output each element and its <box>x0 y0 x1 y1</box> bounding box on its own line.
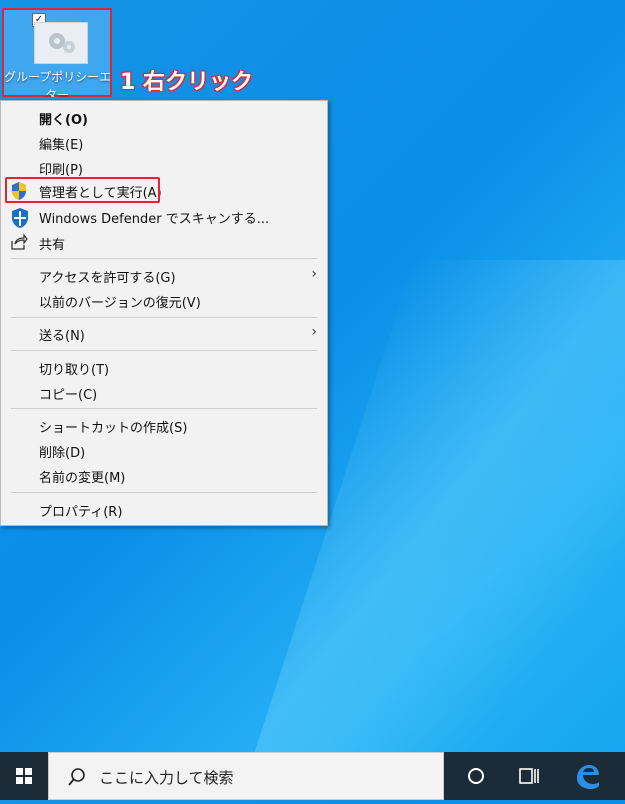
step-1-annotation: 1 右クリック <box>120 70 253 95</box>
menu-item-label: 編集(E) <box>39 138 84 153</box>
search-icon <box>68 768 85 786</box>
menu-item-label: 削除(D) <box>39 446 86 461</box>
task-view-icon <box>519 768 539 784</box>
share-icon <box>10 233 30 253</box>
menu-separator <box>11 492 317 493</box>
menu-item-label: 印刷(P) <box>39 163 83 178</box>
menu-item-label: 名前の変更(M) <box>39 471 126 486</box>
menu-item-label: 送る(N) <box>39 329 85 344</box>
menu-item-label: 切り取り(T) <box>39 363 110 378</box>
cortana-icon <box>468 768 484 784</box>
desktop-icon-label-line2: ター <box>44 88 69 97</box>
menu-separator <box>11 317 317 318</box>
highlight-run-as-admin <box>5 177 160 203</box>
menu-item-open[interactable]: 開く(O) <box>1 105 327 129</box>
chevron-right-icon: › <box>311 266 317 282</box>
defender-icon <box>10 207 30 228</box>
menu-item-label: コピー(C) <box>39 388 98 403</box>
chevron-right-icon: › <box>311 324 317 340</box>
menu-item-label: 以前のバージョンの復元(V) <box>39 296 201 311</box>
task-view-button[interactable] <box>505 752 553 800</box>
cortana-button[interactable] <box>452 752 500 800</box>
desktop-icon-label: グループポリシーエディ <box>4 70 110 84</box>
menu-item-label: Windows Defender でスキャンする... <box>39 212 270 227</box>
desktop-icon-group-policy-editor[interactable]: ✓ グループポリシーエディ ター <box>2 8 112 97</box>
menu-separator <box>11 350 317 351</box>
context-menu: 開く(O) 編集(E) 印刷(P) 管理者として実行(A) Windows De… <box>0 100 328 526</box>
menu-item-give-access[interactable]: アクセスを許可する(G) › <box>1 263 327 287</box>
start-icon <box>16 768 32 784</box>
menu-separator <box>11 408 317 409</box>
menu-item-delete[interactable]: 削除(D) <box>1 438 327 462</box>
menu-item-label: 共有 <box>39 238 66 253</box>
menu-item-label: 開く(O) <box>39 113 88 128</box>
taskbar: ここに入力して検索 <box>0 752 625 800</box>
menu-item-print[interactable]: 印刷(P) <box>1 155 327 179</box>
menu-item-label: プロパティ(R) <box>39 505 123 520</box>
menu-item-label: ショートカットの作成(S) <box>39 421 188 436</box>
menu-item-properties[interactable]: プロパティ(R) <box>1 497 327 521</box>
menu-item-rename[interactable]: 名前の変更(M) <box>1 463 327 487</box>
gear-icon <box>34 22 88 64</box>
desktop: ✓ グループポリシーエディ ター 1 右クリック 2 開く(O) 編集(E) 印… <box>0 0 625 780</box>
edge-icon <box>577 765 599 789</box>
menu-item-edit[interactable]: 編集(E) <box>1 130 327 154</box>
search-placeholder: ここに入力して検索 <box>99 769 234 787</box>
menu-item-send-to[interactable]: 送る(N) › <box>1 321 327 345</box>
edge-button[interactable] <box>563 752 611 800</box>
menu-item-cut[interactable]: 切り取り(T) <box>1 355 327 379</box>
menu-item-restore-previous-versions[interactable]: 以前のバージョンの復元(V) <box>1 288 327 312</box>
start-button[interactable] <box>0 752 48 800</box>
menu-item-share[interactable]: 共有 <box>1 230 327 254</box>
menu-item-label: アクセスを許可する(G) <box>39 271 176 286</box>
menu-item-copy[interactable]: コピー(C) <box>1 380 327 404</box>
menu-item-defender-scan[interactable]: Windows Defender でスキャンする... <box>1 204 327 228</box>
menu-item-create-shortcut[interactable]: ショートカットの作成(S) <box>1 413 327 437</box>
menu-separator <box>11 258 317 259</box>
taskbar-search-box[interactable]: ここに入力して検索 <box>48 752 444 800</box>
